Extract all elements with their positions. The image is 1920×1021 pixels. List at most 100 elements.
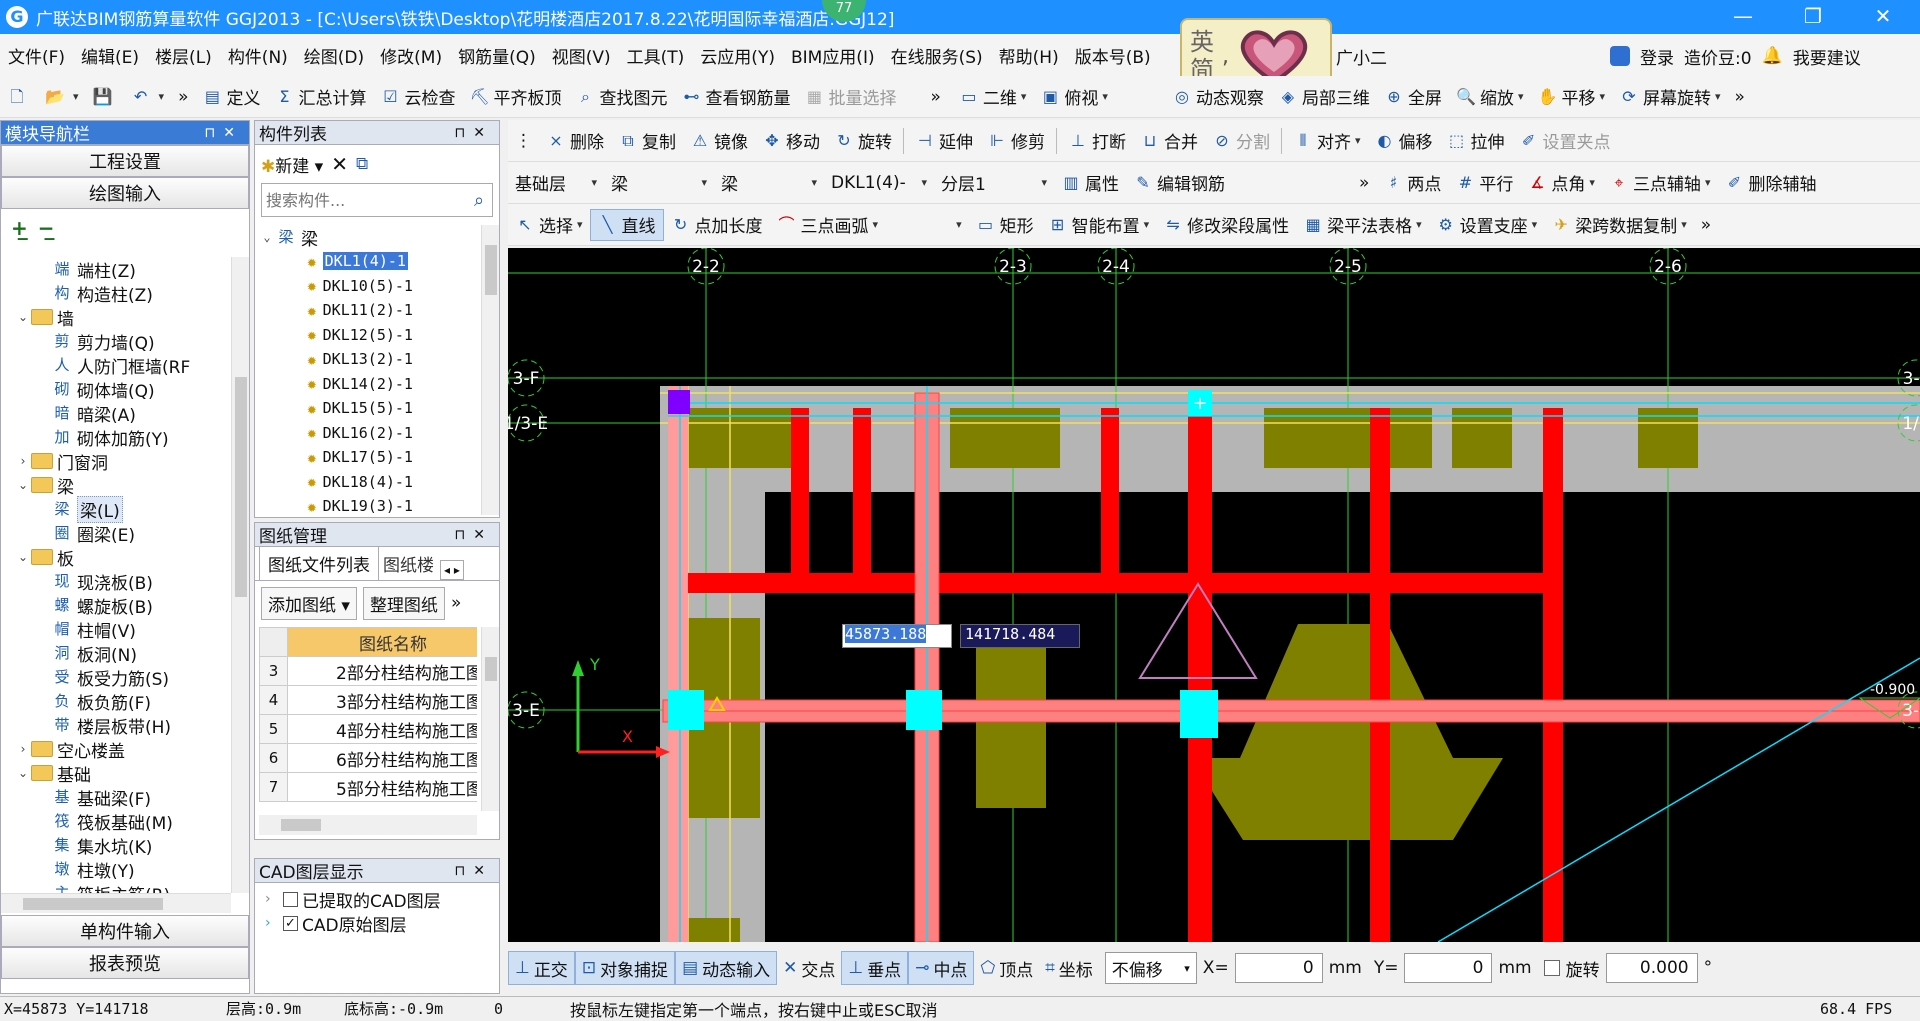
parallel-axis-button[interactable]: # 平行 bbox=[1448, 170, 1520, 196]
search-icon[interactable]: ⌕ bbox=[466, 190, 492, 211]
nav-tree-item[interactable]: 负板负筋(F) bbox=[1, 689, 231, 714]
nav-tree-item[interactable]: 砌砌体墙(Q) bbox=[1, 377, 231, 402]
nav-tree-item[interactable]: 集集水坑(K) bbox=[1, 833, 231, 858]
nav-tree-item[interactable]: 人人防门框墙(RF bbox=[1, 353, 231, 378]
component-item[interactable]: ✹ DKL16(2)-1 bbox=[259, 421, 477, 446]
drawing-canvas[interactable]: + 2-22-32-42-52-63-F1/3-E3-E3-F1/33-E -0… bbox=[508, 248, 1920, 942]
organize-drawing-button[interactable]: 整理图纸 bbox=[362, 586, 445, 620]
screen-rotate-button[interactable]: ⟳ 屏幕旋转 ▾ bbox=[1612, 84, 1728, 110]
edit-rebar-button[interactable]: ✎ 编辑钢筋 bbox=[1126, 170, 1232, 196]
nav-tree-item[interactable]: 带楼层板带(H) bbox=[1, 713, 231, 738]
component-tree-root[interactable]: ⌄ 梁梁 bbox=[259, 225, 477, 250]
find-element-button[interactable]: ⌕ 查找图元 bbox=[568, 84, 674, 110]
span-data-copy-button[interactable]: ✈ 梁跨数据复制 ▾ bbox=[1544, 212, 1694, 238]
menu-item-1[interactable]: 编辑(E) bbox=[73, 43, 147, 68]
report-preview-button[interactable]: 报表预览 bbox=[1, 947, 249, 979]
expand-arrow-icon[interactable]: › bbox=[15, 454, 31, 468]
minimize-button[interactable]: — bbox=[1714, 0, 1772, 34]
overflow-icon-2[interactable]: » bbox=[923, 87, 947, 107]
arc-mode-dropdown[interactable]: ▾ bbox=[945, 218, 969, 231]
copy-button[interactable]: ⧉ 复制 bbox=[611, 128, 683, 154]
zoom-button[interactable]: 🔍 缩放 ▾ bbox=[1449, 84, 1531, 110]
properties-button[interactable]: ▥ 属性 bbox=[1054, 170, 1126, 196]
component-item[interactable]: ✹ DKL15(5)-1 bbox=[259, 396, 477, 421]
menu-item-3[interactable]: 构件(N) bbox=[220, 43, 296, 68]
point-length-button[interactable]: ↻ 点加长度 bbox=[664, 212, 770, 238]
offset-button[interactable]: ◐ 偏移 bbox=[1368, 128, 1440, 154]
drawing-hscrollbar[interactable] bbox=[259, 815, 477, 835]
midpoint-snap[interactable]: ⊸ 中点 bbox=[908, 951, 975, 985]
menu-item-7[interactable]: 视图(V) bbox=[544, 43, 619, 68]
cloud-check-button[interactable]: ☑ 云检查 bbox=[373, 84, 462, 110]
menu-item-8[interactable]: 工具(T) bbox=[619, 43, 693, 68]
nav-tree-item[interactable]: 暗暗梁(A) bbox=[1, 401, 231, 426]
trim-button[interactable]: ⊩ 修剪 bbox=[980, 128, 1052, 154]
nav-tree-item[interactable]: 梁梁(L) bbox=[1, 495, 231, 523]
restore-button[interactable]: ❐ bbox=[1784, 0, 1842, 34]
three-point-arc-button[interactable]: ⌒ 三点画弧 ▾ bbox=[770, 212, 886, 238]
define-button[interactable]: ▤ 定义 bbox=[195, 84, 267, 110]
coord-x-input[interactable]: 45873.188 bbox=[842, 624, 952, 648]
selected-column[interactable] bbox=[668, 390, 690, 414]
component-subtype-select[interactable]: 梁 ▾ bbox=[714, 170, 824, 195]
stretch-button[interactable]: ⬚ 拉伸 bbox=[1440, 128, 1512, 154]
x-offset-input[interactable]: 0 bbox=[1234, 953, 1323, 983]
object-snap-toggle[interactable]: ⊡ 对象捕捉 bbox=[574, 951, 676, 985]
mirror-button[interactable]: ⚠ 镜像 bbox=[683, 128, 755, 154]
expand-arrow-icon[interactable]: ⌄ bbox=[15, 478, 31, 492]
rectangle-button[interactable]: ▭ 矩形 bbox=[969, 212, 1041, 238]
set-support-button[interactable]: ⚙ 设置支座 ▾ bbox=[1429, 212, 1545, 238]
nav-tree-item[interactable]: 受板受力筋(S) bbox=[1, 665, 231, 690]
expand-arrow-icon[interactable]: › bbox=[15, 742, 31, 756]
expand-arrow-icon[interactable]: › bbox=[265, 891, 279, 907]
drawing-input-button[interactable]: 绘图输入 bbox=[1, 177, 249, 209]
expand-arrow-icon[interactable]: ⌄ bbox=[259, 230, 275, 244]
batch-select-button[interactable]: ▦ 批量选择 bbox=[797, 84, 903, 110]
component-item[interactable]: ✹ DKL14(2)-1 bbox=[259, 372, 477, 397]
component-name-select[interactable]: DKL1(4)- ▾ bbox=[824, 173, 934, 193]
component-item[interactable]: ✹ DKL11(2)-1 bbox=[259, 298, 477, 323]
undo-icon[interactable]: ↶ ▾ bbox=[124, 87, 172, 107]
menu-item-9[interactable]: 云应用(Y) bbox=[692, 43, 783, 68]
tab-drawing-files[interactable]: 图纸文件列表 bbox=[259, 546, 379, 580]
component-item[interactable]: ✹ DKL13(2)-1 bbox=[259, 347, 477, 372]
component-item[interactable]: ✹ DKL19(3)-1 bbox=[259, 494, 477, 515]
delete-axis-button[interactable]: ✐ 删除辅轴 bbox=[1717, 170, 1823, 196]
add-drawing-button[interactable]: 添加图纸 ▾ bbox=[261, 586, 357, 620]
flush-slab-top-button[interactable]: ⛏ 平齐板顶 bbox=[462, 84, 568, 110]
modify-beam-segment-button[interactable]: ⇋ 修改梁段属性 bbox=[1156, 212, 1296, 238]
menu-item-4[interactable]: 绘图(D) bbox=[296, 43, 372, 68]
tab-scroll-arrows[interactable]: ◂ ▸ bbox=[440, 560, 464, 580]
cad-layer-item[interactable]: › 已提取的CAD图层 bbox=[265, 887, 499, 912]
nav-tree-item[interactable]: 主筏板主筋(R) bbox=[1, 881, 231, 893]
rotate-checkbox[interactable]: 旋转 bbox=[1538, 956, 1606, 981]
expand-arrow-icon[interactable]: › bbox=[265, 915, 279, 931]
menu-item-5[interactable]: 修改(M) bbox=[372, 43, 450, 68]
menu-item-13[interactable]: 版本号(B) bbox=[1067, 43, 1159, 68]
layer-select[interactable]: 分层1 ▾ bbox=[934, 170, 1054, 195]
component-scrollbar[interactable] bbox=[481, 225, 499, 515]
intersection-snap[interactable]: ✕ 交点 bbox=[777, 956, 841, 981]
overflow-icon[interactable]: » bbox=[1694, 215, 1718, 235]
delete-icon[interactable]: ✕ bbox=[331, 152, 348, 176]
2d-view-button[interactable]: ▭ 二维 ▾ bbox=[952, 84, 1034, 110]
user-name[interactable]: 广小二 bbox=[1336, 44, 1387, 69]
nav-tree-item[interactable]: › 门窗洞 bbox=[1, 449, 231, 474]
smart-layout-button[interactable]: ⊞ 智能布置 ▾ bbox=[1041, 212, 1157, 238]
perpendicular-snap[interactable]: ⊥ 垂点 bbox=[841, 951, 909, 985]
nav-tree-item[interactable]: 加砌体加筋(Y) bbox=[1, 425, 231, 450]
extend-button[interactable]: ⊣ 延伸 bbox=[908, 128, 980, 154]
menu-item-2[interactable]: 楼层(L) bbox=[147, 43, 220, 68]
layer-checkbox[interactable]: ✓ bbox=[283, 915, 298, 931]
nav-tree-item[interactable]: ⌄ 板 bbox=[1, 545, 231, 570]
beam-table-button[interactable]: ▦ 梁平法表格 ▾ bbox=[1296, 212, 1429, 238]
new-component-button[interactable]: ✱新建 ▾ bbox=[261, 152, 323, 177]
menu-item-6[interactable]: 钢筋量(Q) bbox=[450, 43, 544, 68]
rotate-button[interactable]: ↻ 旋转 bbox=[827, 128, 899, 154]
nav-tree-item[interactable]: 墩柱墩(Y) bbox=[1, 857, 231, 882]
single-component-button[interactable]: 单构件输入 bbox=[1, 915, 249, 947]
panel-pin-close-icon[interactable]: ⊓✕ bbox=[454, 125, 499, 141]
component-item[interactable]: ✹ DKL18(4)-1 bbox=[259, 470, 477, 495]
table-row[interactable]: 4 3部分柱结构施工图 bbox=[259, 685, 477, 715]
coord-y-input[interactable]: 141718.484 bbox=[960, 624, 1080, 648]
